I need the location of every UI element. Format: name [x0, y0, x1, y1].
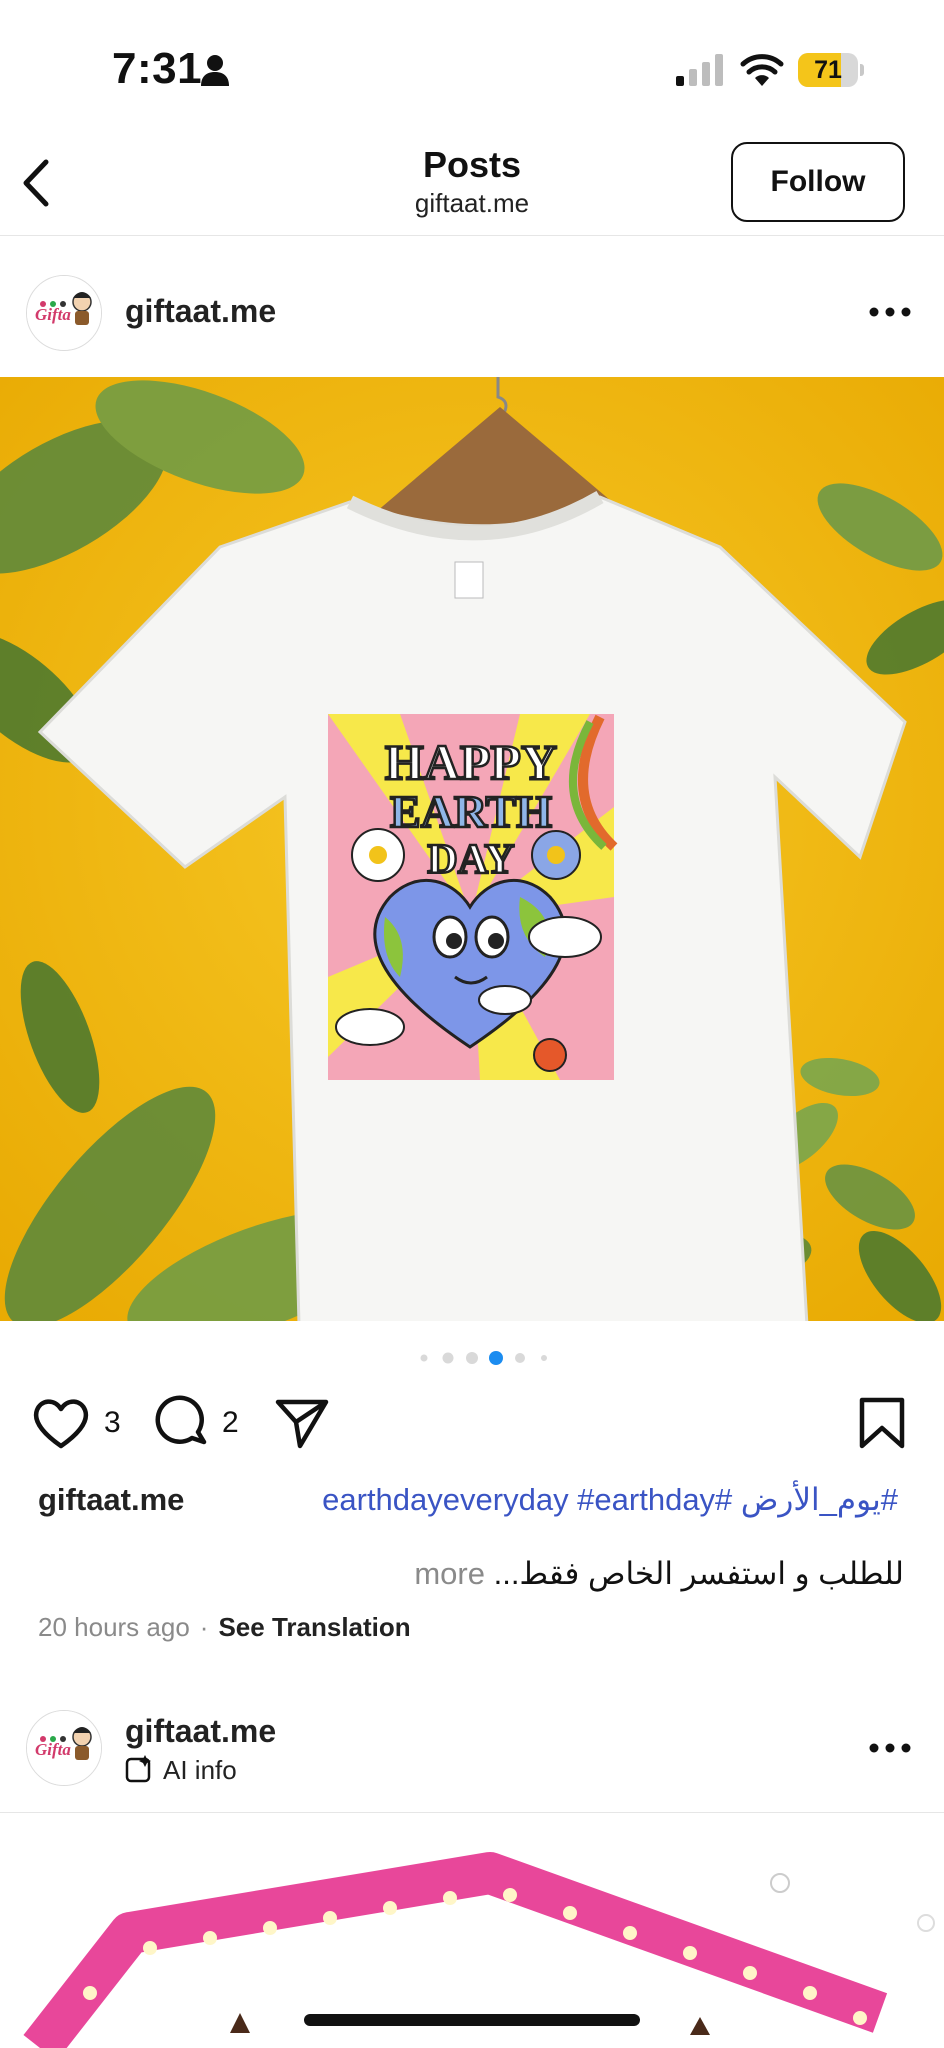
more-icon[interactable] [868, 305, 912, 319]
ai-info-label[interactable]: AI info [163, 1755, 237, 1786]
heart-icon[interactable] [32, 1396, 90, 1450]
post-timestamp: 20 hours ago [38, 1612, 190, 1642]
see-translation-link[interactable]: See Translation [218, 1612, 410, 1642]
carousel-dot [442, 1352, 454, 1364]
svg-text:Gifta: Gifta [35, 305, 71, 324]
bookmark-icon[interactable] [858, 1396, 906, 1450]
status-time: 7:31 [112, 44, 203, 93]
print-line-3: DAY [427, 837, 514, 883]
avatar[interactable]: Gifta [26, 1710, 102, 1786]
carousel-dot [466, 1352, 478, 1364]
post-username[interactable]: giftaat.me [125, 293, 276, 330]
post2-username[interactable]: giftaat.me [125, 1713, 276, 1750]
post2-image[interactable] [0, 1813, 944, 2048]
print-line-1: HAPPY [385, 734, 557, 790]
caption-username[interactable]: giftaat.me [38, 1482, 184, 1518]
avatar[interactable]: Gifta [26, 275, 102, 351]
more-icon[interactable] [868, 1741, 912, 1755]
caption-text-row: more للطلب و استفسر الخاص فقط... [414, 1556, 904, 1592]
more-link[interactable]: more [414, 1556, 485, 1591]
comment-icon[interactable] [154, 1394, 210, 1450]
comment-count[interactable]: 2 [222, 1406, 239, 1440]
battery-level: 71 [814, 56, 842, 84]
carousel-dot [515, 1353, 525, 1363]
share-icon[interactable] [274, 1396, 330, 1450]
signal-icon [676, 54, 723, 86]
post-meta: 20 hours ago · See Translation [38, 1612, 411, 1642]
carousel-indicator [420, 1351, 547, 1365]
print-line-2: EARTH [390, 786, 552, 837]
shirt-print: HAPPY EARTH DAY [328, 714, 618, 1080]
svg-text:Gifta: Gifta [35, 1740, 71, 1759]
carousel-dot-active [489, 1351, 503, 1365]
battery-icon: 71 [798, 53, 864, 87]
follow-button[interactable]: Follow [731, 142, 905, 222]
page-header: Posts giftaat.me Follow [0, 130, 944, 236]
post2-header: Gifta giftaat.me AI info [0, 1695, 944, 1813]
post-actions: 3 2 [0, 1390, 944, 1460]
post-header: Gifta giftaat.me [0, 237, 944, 377]
status-bar: 7:31 71 [0, 0, 944, 130]
carousel-dot [420, 1354, 428, 1362]
ai-info-icon[interactable] [125, 1755, 153, 1783]
person-icon [201, 55, 229, 86]
post-image[interactable]: HAPPY EARTH DAY [0, 377, 944, 1321]
caption-hashtags[interactable]: earthdayeveryday #earthday# يوم_الأرض# [322, 1482, 898, 1518]
home-indicator[interactable] [304, 2014, 640, 2026]
carousel-dot [541, 1355, 547, 1361]
like-count[interactable]: 3 [104, 1406, 121, 1440]
caption-text: للطلب و استفسر الخاص فقط... [493, 1556, 904, 1591]
wifi-icon [740, 54, 784, 86]
